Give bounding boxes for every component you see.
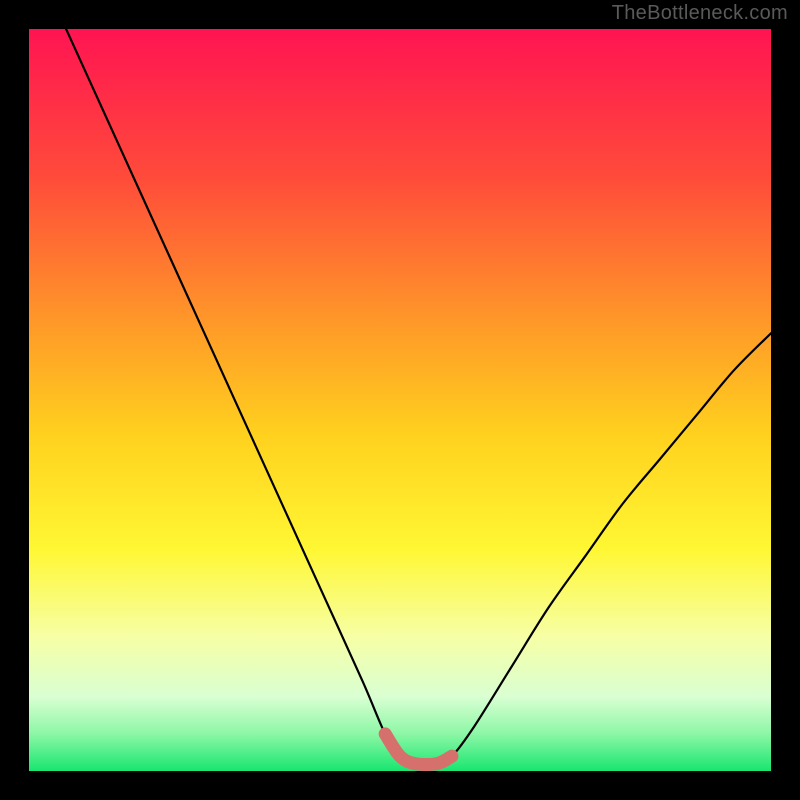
watermark-text: TheBottleneck.com bbox=[612, 2, 788, 25]
plot-background bbox=[29, 29, 771, 771]
bottleneck-chart bbox=[0, 0, 800, 800]
chart-frame: TheBottleneck.com bbox=[0, 0, 800, 800]
